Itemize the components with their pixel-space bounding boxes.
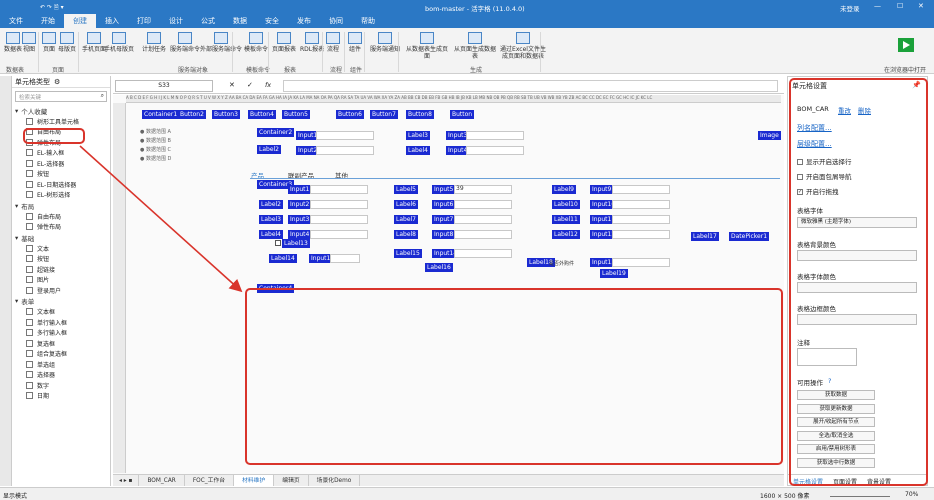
annotation-arrow	[79, 145, 243, 293]
